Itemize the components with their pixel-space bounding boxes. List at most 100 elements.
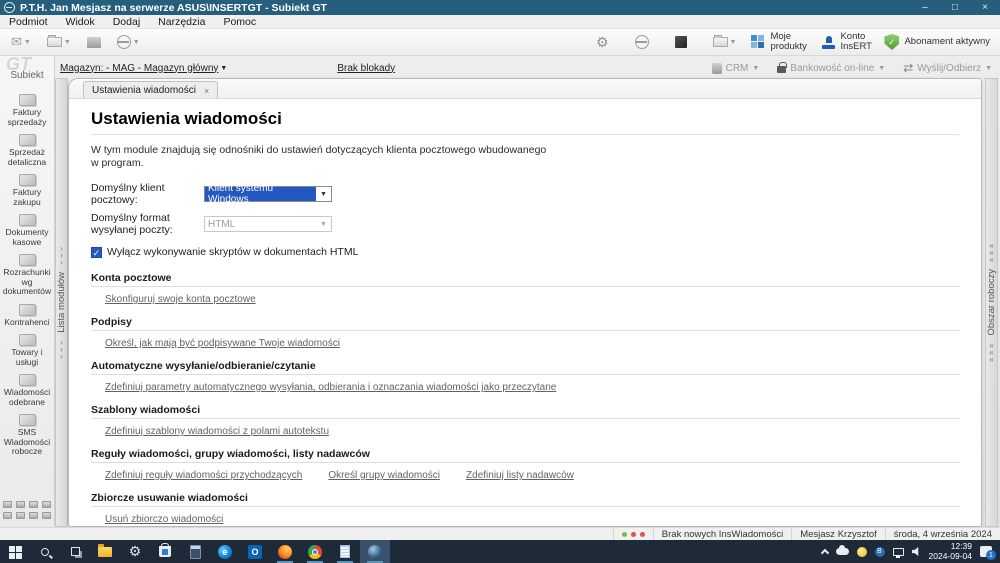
menu-narzedzia[interactable]: Narzędzia bbox=[149, 16, 214, 28]
chevron-right-icon: ››› bbox=[60, 339, 63, 360]
firefox-button[interactable] bbox=[270, 540, 300, 563]
link-listy-nadawcow[interactable]: Zdefiniuj listy nadawców bbox=[466, 470, 574, 481]
page-title: Ustawienia wiadomości bbox=[91, 109, 959, 129]
sidebar-item-towary-uslugi[interactable]: Towary i usługi bbox=[0, 334, 55, 367]
sidebar-item-sprzedaz-detaliczna[interactable]: Sprzedaż detaliczna bbox=[0, 134, 55, 167]
link-podpisy[interactable]: Określ, jak mają być podpisywane Twoje w… bbox=[105, 338, 340, 349]
module-icon bbox=[19, 174, 36, 186]
restore-button[interactable]: □ bbox=[940, 0, 970, 15]
brak-blokady-link[interactable]: Brak blokady bbox=[337, 63, 395, 74]
magazyn-selector[interactable]: Magazyn: - MAG - Magazyn główny bbox=[60, 63, 218, 74]
sidebar-item-rozrachunki[interactable]: Rozrachunki wg dokumentów bbox=[0, 254, 55, 297]
sidebar-item-dokumenty-kasowe[interactable]: Dokumenty kasowe bbox=[0, 214, 55, 247]
outlook-button[interactable]: O bbox=[240, 540, 270, 563]
sidebar-item-sms-robocze[interactable]: SMS Wiadomości robocze bbox=[0, 414, 55, 457]
sidebar-quick-icons[interactable] bbox=[3, 501, 53, 521]
tab-close-icon[interactable]: × bbox=[204, 86, 209, 96]
open-button[interactable]: ▼ bbox=[42, 35, 76, 49]
main-panel: Ustawienia wiadomości × Ustawienia wiado… bbox=[68, 78, 982, 527]
online-button[interactable] bbox=[630, 33, 654, 51]
sidebar-item-wiadomosci-odebrane[interactable]: Wiadomości odebrane bbox=[0, 374, 55, 407]
klient-pocztowy-select[interactable]: Klient systemu Windows ▼ bbox=[204, 186, 332, 202]
tray-app-icon[interactable]: B bbox=[875, 547, 885, 557]
outlook-icon: O bbox=[248, 545, 262, 559]
file-explorer-button[interactable] bbox=[90, 540, 120, 563]
help-button[interactable]: ▼ bbox=[112, 33, 145, 51]
refresh-button[interactable]: ⚙ bbox=[591, 32, 614, 53]
chevron-right-icon: ››› bbox=[60, 245, 63, 266]
caret-down-icon[interactable]: ▼ bbox=[220, 65, 227, 72]
module-icon bbox=[19, 374, 36, 386]
menu-dodaj[interactable]: Dodaj bbox=[104, 16, 149, 28]
status-inswiadomosci[interactable]: Brak nowych InsWiadomości bbox=[653, 528, 791, 540]
new-message-button[interactable]: ✉ ▼ bbox=[6, 32, 36, 52]
windows-taskbar: ⚙ e O B 12:39 2024-09-04 1 bbox=[0, 540, 1000, 563]
lista-modulow-strip[interactable]: ››› Lista modułów ››› bbox=[55, 78, 68, 527]
search-icon bbox=[41, 548, 49, 556]
sidebar-item-faktury-zakupu[interactable]: Faktury zakupu bbox=[0, 174, 55, 207]
notepad-icon bbox=[340, 545, 350, 558]
caret-down-icon: ▼ bbox=[64, 39, 71, 46]
link-grupy-wiadomosci[interactable]: Określ grupy wiadomości bbox=[328, 470, 440, 481]
stamp-icon bbox=[822, 36, 835, 49]
module-icon bbox=[19, 254, 36, 266]
skrypty-checkbox-label: Wyłącz wykonywanie skryptów w dokumentac… bbox=[107, 246, 358, 258]
minimize-button[interactable]: – bbox=[910, 0, 940, 15]
status-dot-red bbox=[640, 532, 645, 537]
combo-arrow-icon[interactable]: ▼ bbox=[316, 191, 331, 198]
folder-icon bbox=[98, 547, 112, 557]
tab-ustawienia-wiadomosci[interactable]: Ustawienia wiadomości × bbox=[83, 81, 218, 98]
chrome-button[interactable] bbox=[300, 540, 330, 563]
wyslij-odbierz-button[interactable]: ⇄ Wyślij/Odbierz ▼ bbox=[903, 61, 992, 75]
module-sidebar: GT Subiekt Faktury sprzedaży Sprzedaż de… bbox=[0, 56, 55, 527]
task-view-button[interactable] bbox=[60, 540, 90, 563]
format-poczty-select: HTML ▼ bbox=[204, 216, 332, 232]
settings-button[interactable]: ⚙ bbox=[120, 540, 150, 563]
close-button[interactable]: × bbox=[970, 0, 1000, 15]
edge-icon: e bbox=[218, 545, 232, 559]
abonament-button[interactable]: ✓ Abonament aktywny bbox=[884, 34, 990, 50]
edge-button[interactable]: e bbox=[210, 540, 240, 563]
notepad-button[interactable] bbox=[330, 540, 360, 563]
obszar-roboczy-strip[interactable]: ««« Obszar roboczy ««« bbox=[985, 78, 998, 527]
calculator-button[interactable] bbox=[180, 540, 210, 563]
link-konfiguruj-konta[interactable]: Skonfiguruj swoje konta pocztowe bbox=[105, 294, 256, 305]
sidebar-item-faktury-sprzedazy[interactable]: Faktury sprzedaży bbox=[0, 94, 55, 127]
taskbar-search-button[interactable] bbox=[30, 540, 60, 563]
onedrive-icon[interactable] bbox=[836, 548, 849, 555]
volume-icon[interactable] bbox=[912, 547, 921, 556]
cloud-folder-button[interactable]: ▼ bbox=[708, 35, 742, 49]
status-indicators bbox=[613, 528, 653, 540]
print-button[interactable] bbox=[82, 35, 106, 50]
task-view-icon bbox=[71, 547, 80, 556]
status-date: środa, 4 września 2024 bbox=[885, 528, 1000, 540]
crm-button[interactable]: CRM ▼ bbox=[712, 63, 760, 74]
desktop: P.T.H. Jan Mesjasz na serwerze ASUS\INSE… bbox=[0, 0, 1000, 563]
moje-produkty-button[interactable]: Moje produkty bbox=[751, 32, 812, 52]
menu-widok[interactable]: Widok bbox=[57, 16, 104, 28]
notification-center-icon[interactable]: 1 bbox=[980, 546, 992, 557]
bankowosc-button[interactable]: Bankowość on-line ▼ bbox=[777, 63, 885, 74]
insert-gt-button[interactable] bbox=[360, 540, 390, 563]
archive-button[interactable] bbox=[670, 34, 692, 50]
products-grid-icon bbox=[751, 35, 765, 49]
store-button[interactable] bbox=[150, 540, 180, 563]
module-icon bbox=[19, 94, 36, 106]
status-user[interactable]: Mesjasz Krzysztof bbox=[791, 528, 885, 540]
link-reguly-przychodzacych[interactable]: Zdefiniuj reguły wiadomości przychodzący… bbox=[105, 470, 302, 481]
section-podpisy: Podpisy Określ, jak mają być podpisywane… bbox=[91, 316, 959, 349]
start-button[interactable] bbox=[0, 540, 30, 563]
menu-pomoc[interactable]: Pomoc bbox=[214, 16, 265, 28]
link-usun-zbiorczo[interactable]: Usuń zbiorczo wiadomości bbox=[105, 514, 223, 525]
link-szablony[interactable]: Zdefiniuj szablony wiadomości z polami a… bbox=[105, 426, 329, 437]
tray-expand-icon[interactable] bbox=[820, 549, 828, 557]
skrypty-checkbox[interactable]: ✓ bbox=[91, 247, 102, 258]
chevron-left-icon: ««« bbox=[989, 342, 993, 363]
taskbar-clock[interactable]: 12:39 2024-09-04 bbox=[929, 542, 972, 561]
konto-insert-button[interactable]: Konto InsERT bbox=[822, 32, 874, 52]
link-parametry-automatyczne[interactable]: Zdefiniuj parametry automatycznego wysył… bbox=[105, 382, 556, 393]
tray-app-icon[interactable] bbox=[857, 547, 867, 557]
network-icon[interactable] bbox=[893, 548, 904, 556]
menu-podmiot[interactable]: Podmiot bbox=[0, 16, 57, 28]
sidebar-item-kontrahenci[interactable]: Kontrahenci bbox=[0, 304, 55, 328]
